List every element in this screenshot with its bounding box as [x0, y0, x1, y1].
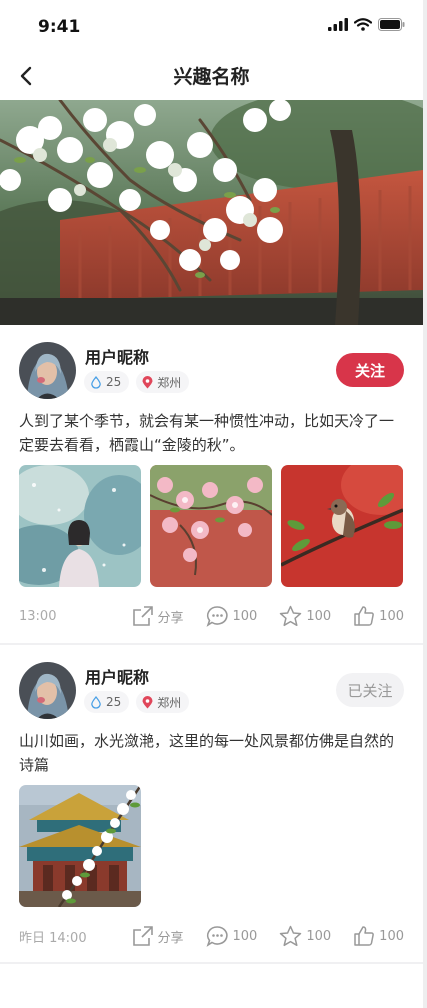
comment-button[interactable]: 100	[206, 605, 258, 627]
post-card: 用户昵称 25 郑州 已关注 山川如画，水光潋滟，这里的每一处风景都仿佛是自然的…	[0, 645, 423, 963]
nav-bar: 兴趣名称	[0, 50, 423, 100]
screen-edge	[423, 0, 427, 1008]
status-icons	[328, 18, 405, 31]
avatar[interactable]	[19, 662, 76, 719]
status-time: 9:41	[38, 17, 81, 37]
hero-banner-image	[0, 100, 423, 325]
star-icon	[280, 605, 302, 627]
location-value: 郑州	[157, 375, 182, 390]
user-tags: 25 郑州	[84, 691, 190, 713]
signal-icon	[328, 18, 348, 31]
comment-button[interactable]: 100	[206, 925, 258, 947]
favorite-button[interactable]: 100	[279, 605, 331, 627]
thumbs-up-icon	[354, 606, 375, 626]
follow-button[interactable]: 关注	[336, 353, 404, 387]
comment-count: 100	[232, 928, 258, 944]
favorite-count: 100	[306, 928, 332, 944]
drop-icon	[91, 375, 101, 389]
post-card: 用户昵称 25 郑州 关注 人到了某个季节，就会有某一种惯性冲动，比如天冷了一定…	[0, 325, 423, 643]
status-bar: 9:41	[0, 0, 423, 50]
avatar[interactable]	[19, 342, 76, 399]
post-footer: 13:00 分享 100 100 100	[19, 604, 404, 628]
user-nickname[interactable]: 用户昵称	[85, 664, 149, 688]
share-button[interactable]: 分享	[132, 605, 184, 627]
post-actions: 分享 100 100 100	[132, 605, 404, 627]
user-nickname[interactable]: 用户昵称	[85, 344, 149, 368]
location-badge: 郑州	[136, 371, 190, 393]
drop-icon	[91, 695, 101, 709]
comment-icon	[206, 606, 228, 627]
post-images	[19, 785, 141, 907]
level-value: 25	[106, 695, 122, 709]
post-text: 山川如画，水光潋滟，这里的每一处风景都仿佛是自然的诗篇	[19, 732, 395, 774]
interest-page: 9:41 兴趣名称 用户昵称 25 郑州 关注 人到了某个季节，就会有某一种惯性…	[0, 0, 423, 1008]
like-count: 100	[379, 928, 404, 944]
wifi-icon	[354, 18, 372, 31]
battery-icon	[378, 18, 405, 31]
thumbs-up-icon	[354, 926, 375, 946]
post-image-palace-pavilion[interactable]	[19, 785, 141, 907]
post-time: 昨日 14:00	[19, 930, 87, 946]
share-icon	[132, 926, 153, 946]
post-actions: 分享 100 100 100	[132, 925, 404, 947]
location-value: 郑州	[157, 695, 182, 710]
page-title: 兴趣名称	[173, 66, 250, 88]
favorite-count: 100	[306, 608, 332, 624]
level-badge: 25	[84, 371, 130, 393]
like-count: 100	[379, 608, 404, 624]
post-footer: 昨日 14:00 分享 100 100 100	[19, 924, 404, 948]
share-button[interactable]: 分享	[132, 925, 184, 947]
star-icon	[280, 925, 302, 947]
post-image-sparrow[interactable]	[281, 465, 403, 587]
followed-button[interactable]: 已关注	[336, 673, 404, 707]
post-image-woman-in-snow[interactable]	[19, 465, 141, 587]
level-badge: 25	[84, 691, 130, 713]
location-badge: 郑州	[136, 691, 190, 713]
comment-count: 100	[232, 608, 258, 624]
share-label: 分享	[157, 610, 184, 626]
location-pin-icon	[142, 375, 153, 388]
share-icon	[132, 606, 153, 626]
user-tags: 25 郑州	[84, 371, 190, 393]
share-label: 分享	[157, 930, 184, 946]
post-divider	[0, 962, 423, 964]
like-button[interactable]: 100	[353, 605, 404, 627]
like-button[interactable]: 100	[353, 925, 404, 947]
comment-icon	[206, 926, 228, 947]
location-pin-icon	[142, 695, 153, 708]
post-text: 人到了某个季节，就会有某一种惯性冲动，比如天冷了一定要去看看，栖霞山“金陵的秋”…	[19, 412, 395, 454]
favorite-button[interactable]: 100	[279, 925, 331, 947]
post-images	[19, 465, 403, 587]
post-time: 13:00	[19, 608, 57, 624]
post-image-pink-blossoms[interactable]	[150, 465, 272, 587]
level-value: 25	[106, 375, 122, 389]
